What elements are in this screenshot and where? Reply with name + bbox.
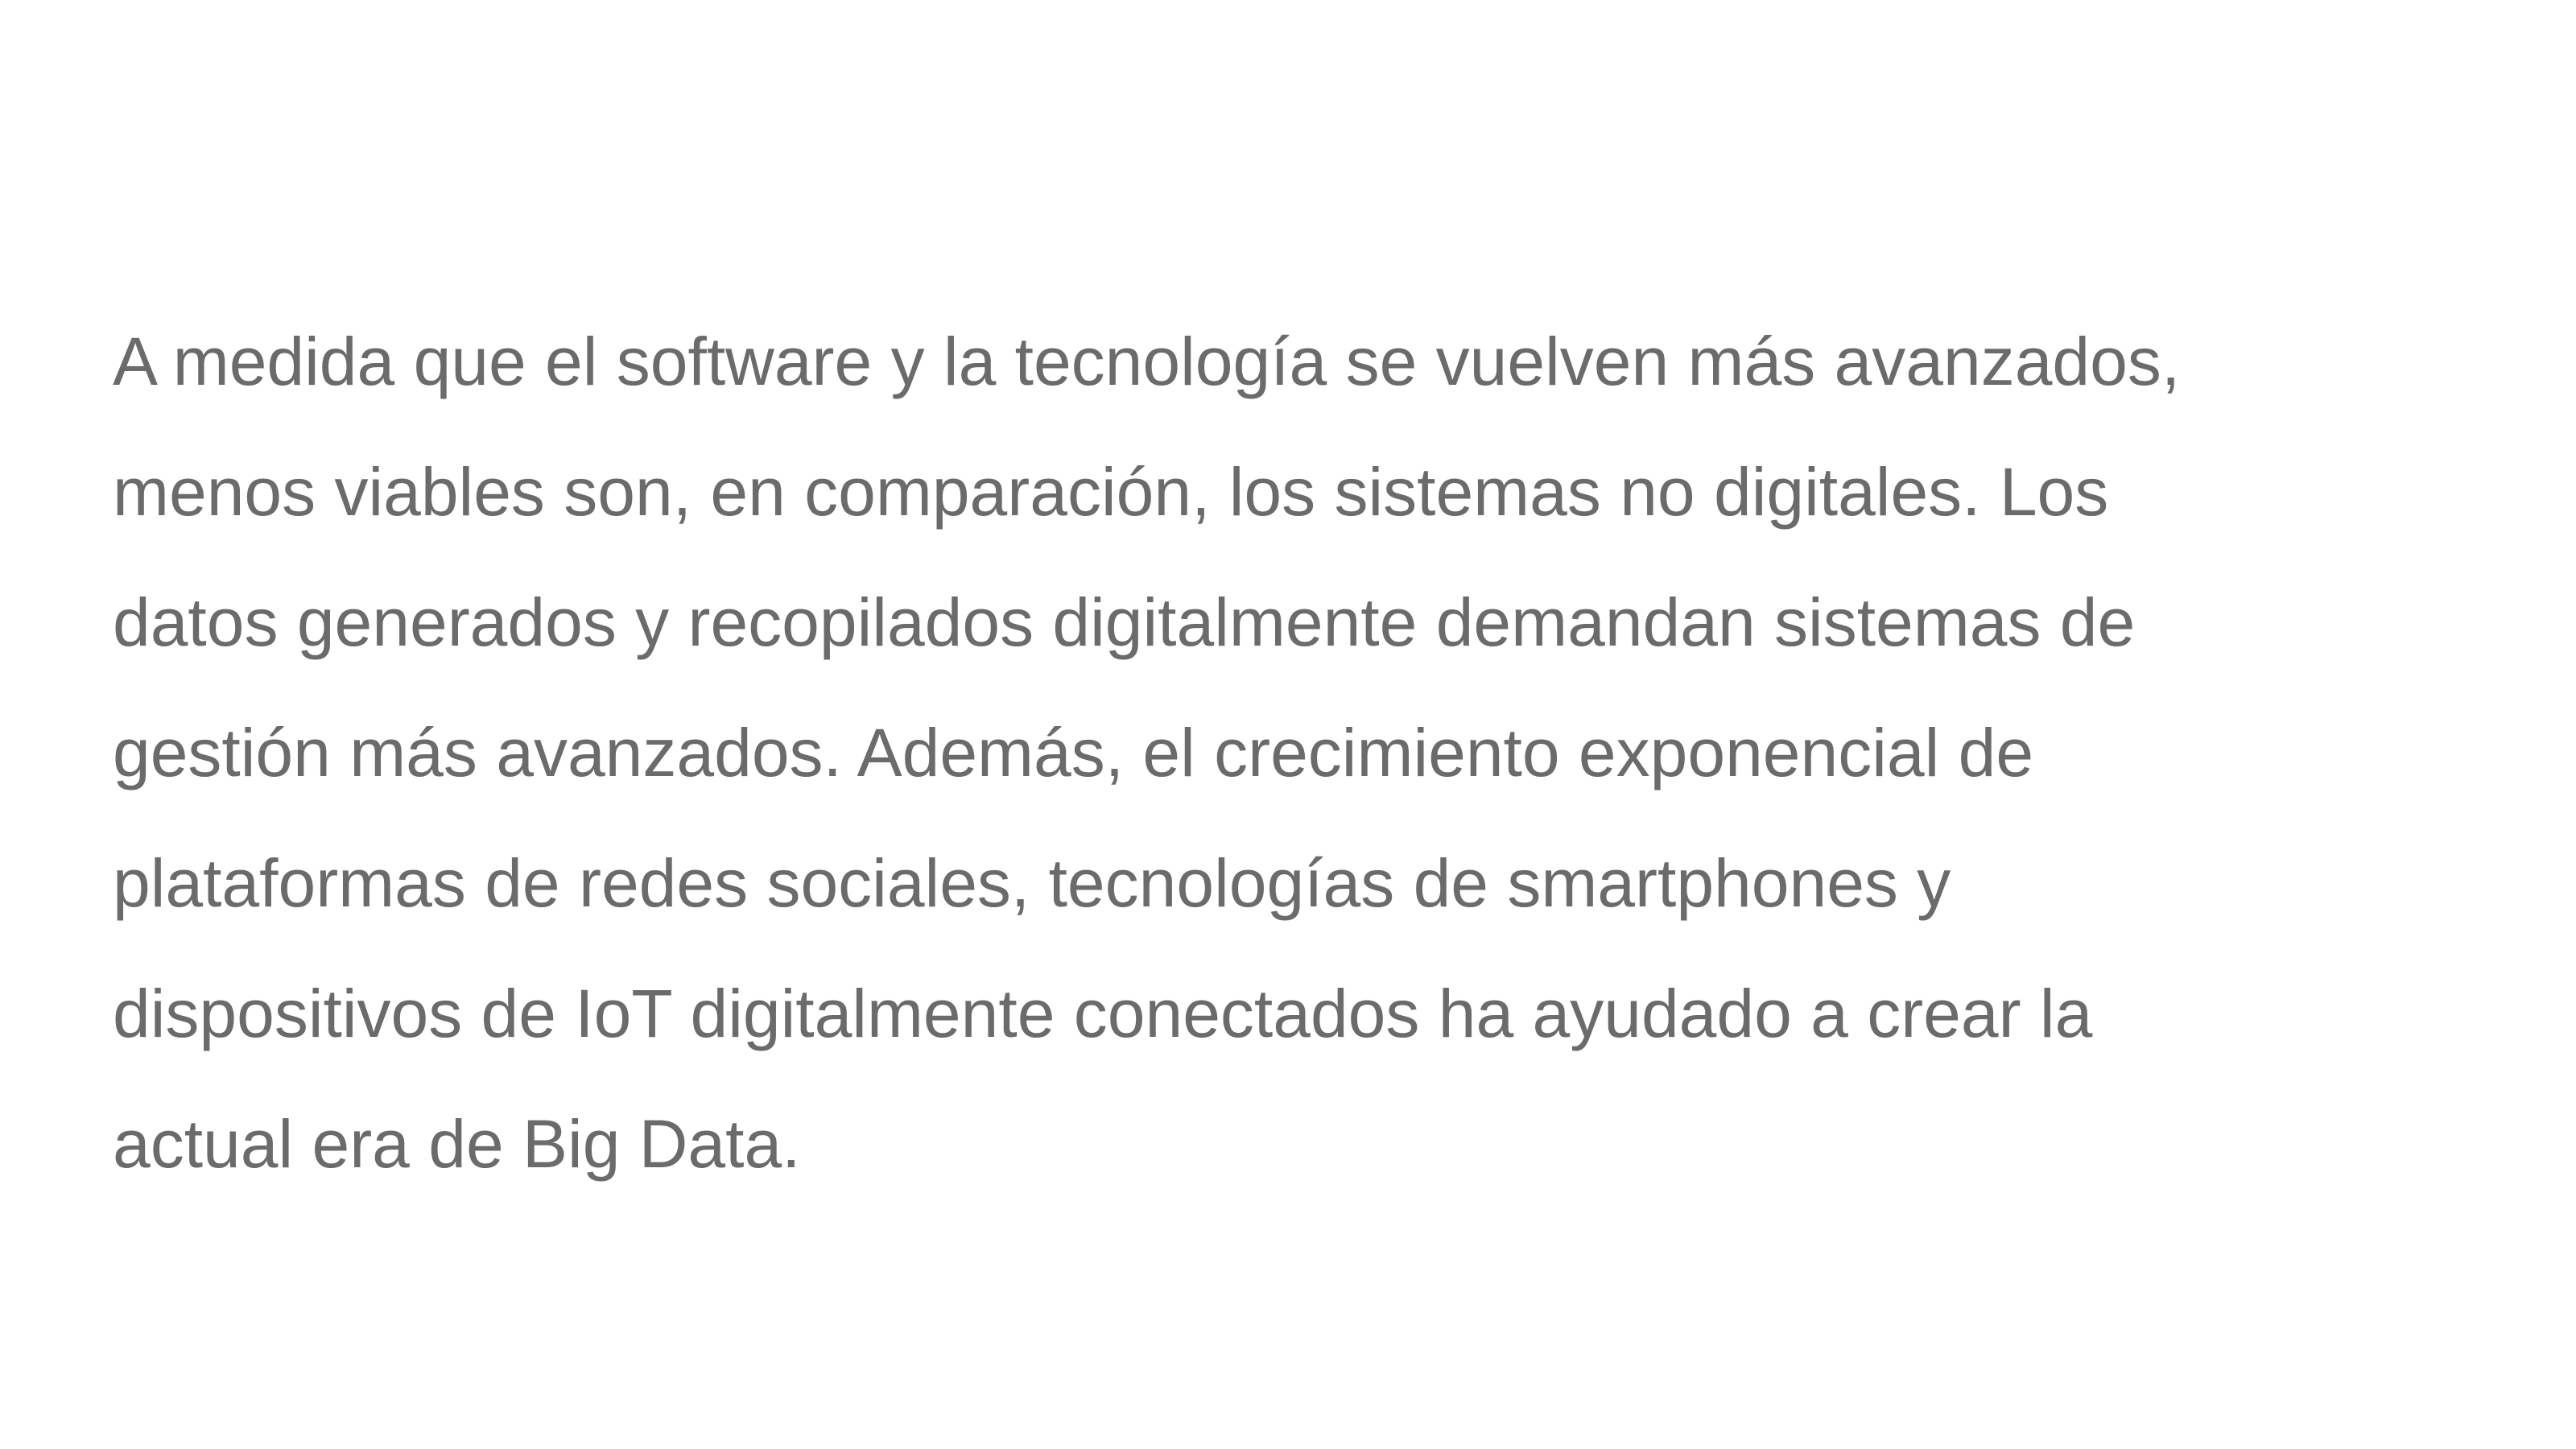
- paragraph-line-4: gestión más avanzados. Además, el crecim…: [113, 715, 2034, 791]
- page: A medida que el software y la tecnología…: [0, 0, 2576, 1449]
- paragraph-line-1: A medida que el software y la tecnología…: [113, 324, 2181, 399]
- body-paragraph: A medida que el software y la tecnología…: [113, 296, 2528, 1209]
- paragraph-line-7: actual era de Big Data.: [113, 1106, 801, 1182]
- paragraph-line-6: dispositivos de IoT digitalmente conecta…: [113, 976, 2093, 1051]
- paragraph-line-2: menos viables son, en comparación, los s…: [113, 454, 2109, 530]
- paragraph-line-3: datos generados y recopilados digitalmen…: [113, 584, 2136, 660]
- paragraph-line-5: plataformas de redes sociales, tecnologí…: [113, 845, 1951, 921]
